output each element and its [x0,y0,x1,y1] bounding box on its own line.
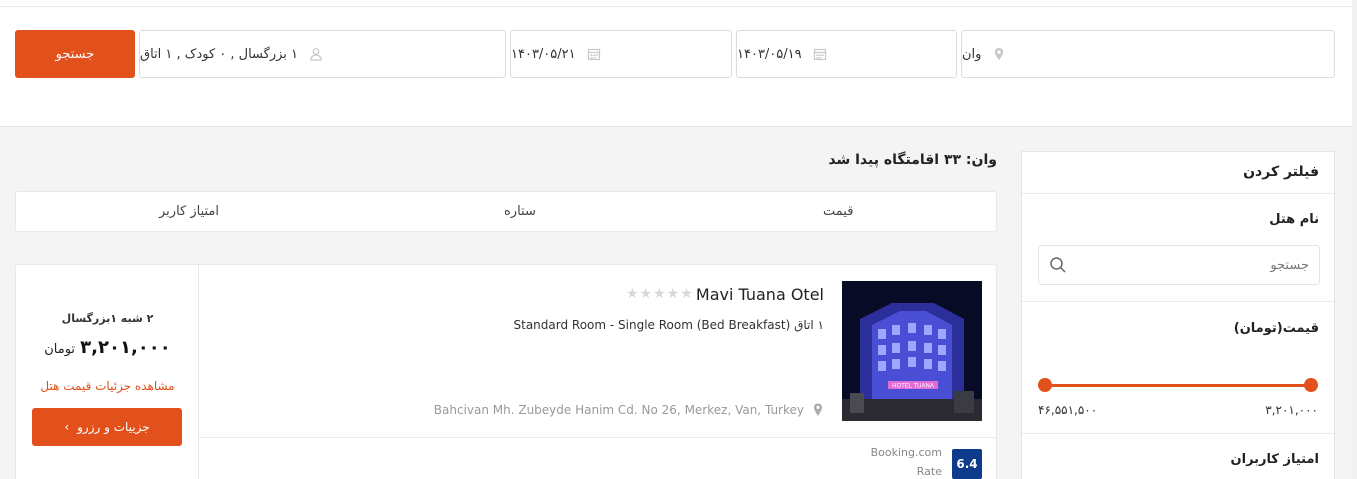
rating-source: Booking.com [870,446,942,459]
user-rating-filter-label: امتیاز کاربران [1230,452,1319,467]
price-amount: ۳,۲۰۱,۰۰۰ [80,337,171,358]
sort-by-stars[interactable]: ستاره [504,204,536,219]
rating-label: Rate [916,465,942,478]
hotel-name[interactable]: Mavi Tuana Otel [696,285,824,304]
sidebar-divider [1022,193,1334,194]
hotel-card: ۲ شبه ۱بزرگسال ۳,۲۰۱,۰۰۰ تومان مشاهده جز… [15,264,997,479]
results-count-title: وان: ۳۳ اقامتگاه پیدا شد [828,152,997,168]
search-button[interactable]: جستجو [15,30,135,78]
address-text: Bahcivan Mh. Zubeyde Hanim Cd. No 26, Me… [433,403,804,417]
rating-badge: 6.4 [952,449,982,479]
destination-field[interactable]: وان [961,30,1335,78]
hotel-name-search-input[interactable]: جستجو [1038,245,1320,285]
details-and-book-button[interactable]: جزییات و رزرو › [32,408,182,446]
chevron-left-icon: › [64,420,70,434]
calendar-icon [586,46,602,62]
page-scrollbar[interactable] [1352,0,1357,479]
hotel-star-rating: ★★★★★ [626,286,694,302]
price-max-value: ۴۶,۵۵۱,۵۰۰ [1038,403,1098,417]
price-details-link[interactable]: مشاهده جزئیات قیمت هتل [16,379,199,393]
search-header: وان ۱۴۰۳/۰۵/۱۹ ۱۴۰۳/۰۵/۲۱ ۱ بزرگسال , ۰ … [0,0,1357,127]
header-divider [0,6,1357,7]
hotel-address: Bahcivan Mh. Zubeyde Hanim Cd. No 26, Me… [434,403,824,417]
hotel-name-search-placeholder: جستجو [1270,257,1309,273]
filter-sidebar: فیلتر کردن نام هتل جستجو قیمت(تومان) ۴۶,… [1021,151,1335,479]
price-filter-label: قیمت(تومان) [1233,321,1319,336]
price-currency: تومان [44,342,76,357]
location-pin-icon [991,46,1007,62]
destination-value: وان [962,46,982,62]
price-min-value: ۳,۲۰۱,۰۰۰ [1265,403,1318,417]
card-divider [199,437,996,438]
hotel-photo[interactable]: HOTEL TUANA [842,281,982,421]
sidebar-divider [1022,433,1334,434]
sort-bar: قیمت ستاره امتیاز کاربر [15,191,997,232]
user-icon [308,46,324,62]
hotel-name-label: نام هتل [1269,212,1319,227]
price-slider-max-handle[interactable] [1038,378,1052,392]
guests-value: ۱ بزرگسال , ۰ کودک , ۱ اتاق [140,46,299,62]
checkout-date-value: ۱۴۰۳/۰۵/۲۱ [511,46,576,62]
guests-field[interactable]: ۱ بزرگسال , ۰ کودک , ۱ اتاق [139,30,506,78]
sidebar-divider [1022,301,1334,302]
calendar-icon [812,46,828,62]
checkout-date-field[interactable]: ۱۴۰۳/۰۵/۲۱ [510,30,732,78]
hotel-photo-sign: HOTEL TUANA [892,384,934,390]
checkin-date-field[interactable]: ۱۴۰۳/۰۵/۱۹ [736,30,957,78]
checkin-date-value: ۱۴۰۳/۰۵/۱۹ [737,46,802,62]
book-button-label: جزییات و رزرو [77,420,150,434]
room-description: ۱ اتاق Standard Room - Single Room (Bed … [513,318,825,332]
price-slider-track[interactable] [1045,384,1311,387]
hotel-price-panel: ۲ شبه ۱بزرگسال ۳,۲۰۱,۰۰۰ تومان مشاهده جز… [16,265,199,479]
filter-title: فیلتر کردن [1243,164,1319,180]
sort-by-price[interactable]: قیمت [823,204,853,219]
search-icon [1049,256,1067,274]
price-slider-min-handle[interactable] [1304,378,1318,392]
hotel-price: ۳,۲۰۱,۰۰۰ تومان [16,337,199,358]
nights-guests-text: ۲ شبه ۱بزرگسال [61,312,154,325]
sort-by-user-rating[interactable]: امتیاز کاربر [159,204,219,219]
location-pin-icon [812,403,824,417]
